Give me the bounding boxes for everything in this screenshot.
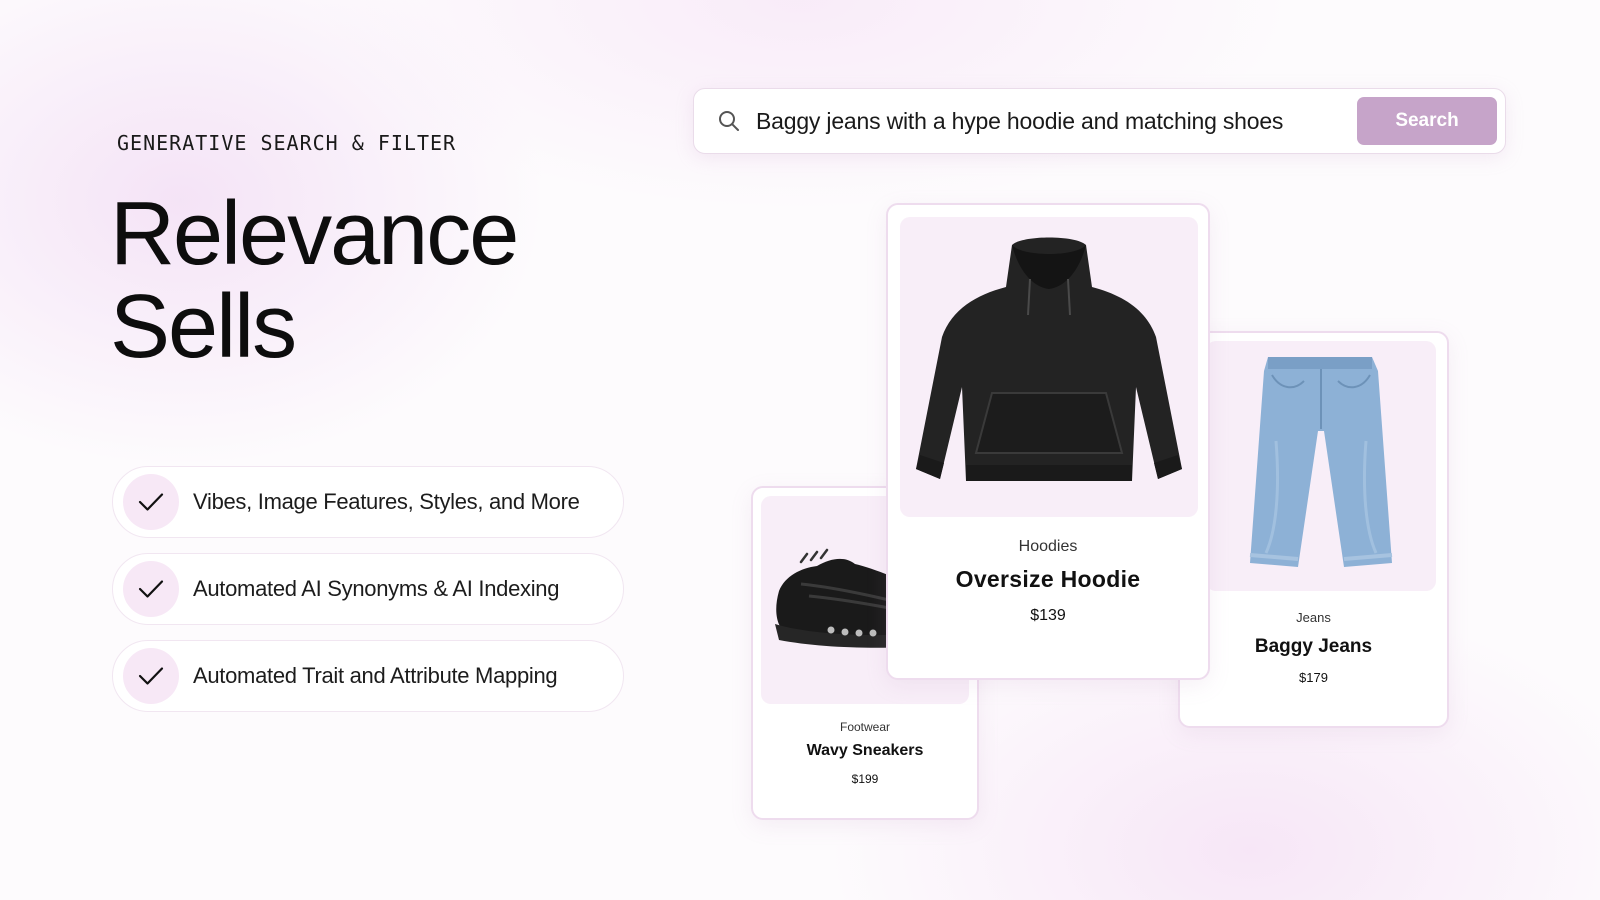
product-price: $199 xyxy=(851,772,879,786)
headline-line-1: Relevance xyxy=(110,184,519,284)
feature-label: Automated AI Synonyms & AI Indexing xyxy=(193,576,560,601)
search-button[interactable]: Search xyxy=(1357,97,1497,145)
product-name: Baggy Jeans xyxy=(1254,636,1373,657)
jeans-image xyxy=(1206,341,1436,591)
product-name: Wavy Sneakers xyxy=(806,742,924,759)
product-price: $139 xyxy=(1030,607,1066,624)
product-category: Jeans xyxy=(1296,610,1331,625)
feature-item: Automated AI Synonyms & AI Indexing xyxy=(112,553,624,625)
search-icon xyxy=(716,108,742,134)
eyebrow-label: GENERATIVE SEARCH & FILTER xyxy=(117,131,457,155)
search-input[interactable] xyxy=(756,107,1357,135)
feature-label: Automated Trait and Attribute Mapping xyxy=(193,663,558,688)
page-title: Relevance Sells xyxy=(110,188,630,374)
product-category: Footwear xyxy=(839,720,891,734)
check-icon xyxy=(123,561,179,617)
product-name: Oversize Hoodie xyxy=(955,566,1141,592)
search-bar: Search xyxy=(693,88,1506,154)
product-price: $179 xyxy=(1299,670,1328,685)
feature-item: Automated Trait and Attribute Mapping xyxy=(112,640,624,712)
feature-label: Vibes, Image Features, Styles, and More xyxy=(193,489,580,514)
feature-list: Vibes, Image Features, Styles, and More … xyxy=(112,466,624,727)
product-card-jeans[interactable]: Jeans Baggy Jeans $179 xyxy=(1178,331,1449,728)
product-card-hoodie[interactable]: Hoodies Oversize Hoodie $139 xyxy=(886,203,1210,680)
hoodie-image xyxy=(900,217,1198,517)
feature-item: Vibes, Image Features, Styles, and More xyxy=(112,466,624,538)
headline-line-2: Sells xyxy=(110,277,297,377)
product-category: Hoodies xyxy=(1018,538,1078,555)
check-icon xyxy=(123,648,179,704)
check-icon xyxy=(123,474,179,530)
hero-stage: GENERATIVE SEARCH & FILTER Relevance Sel… xyxy=(0,0,1600,900)
